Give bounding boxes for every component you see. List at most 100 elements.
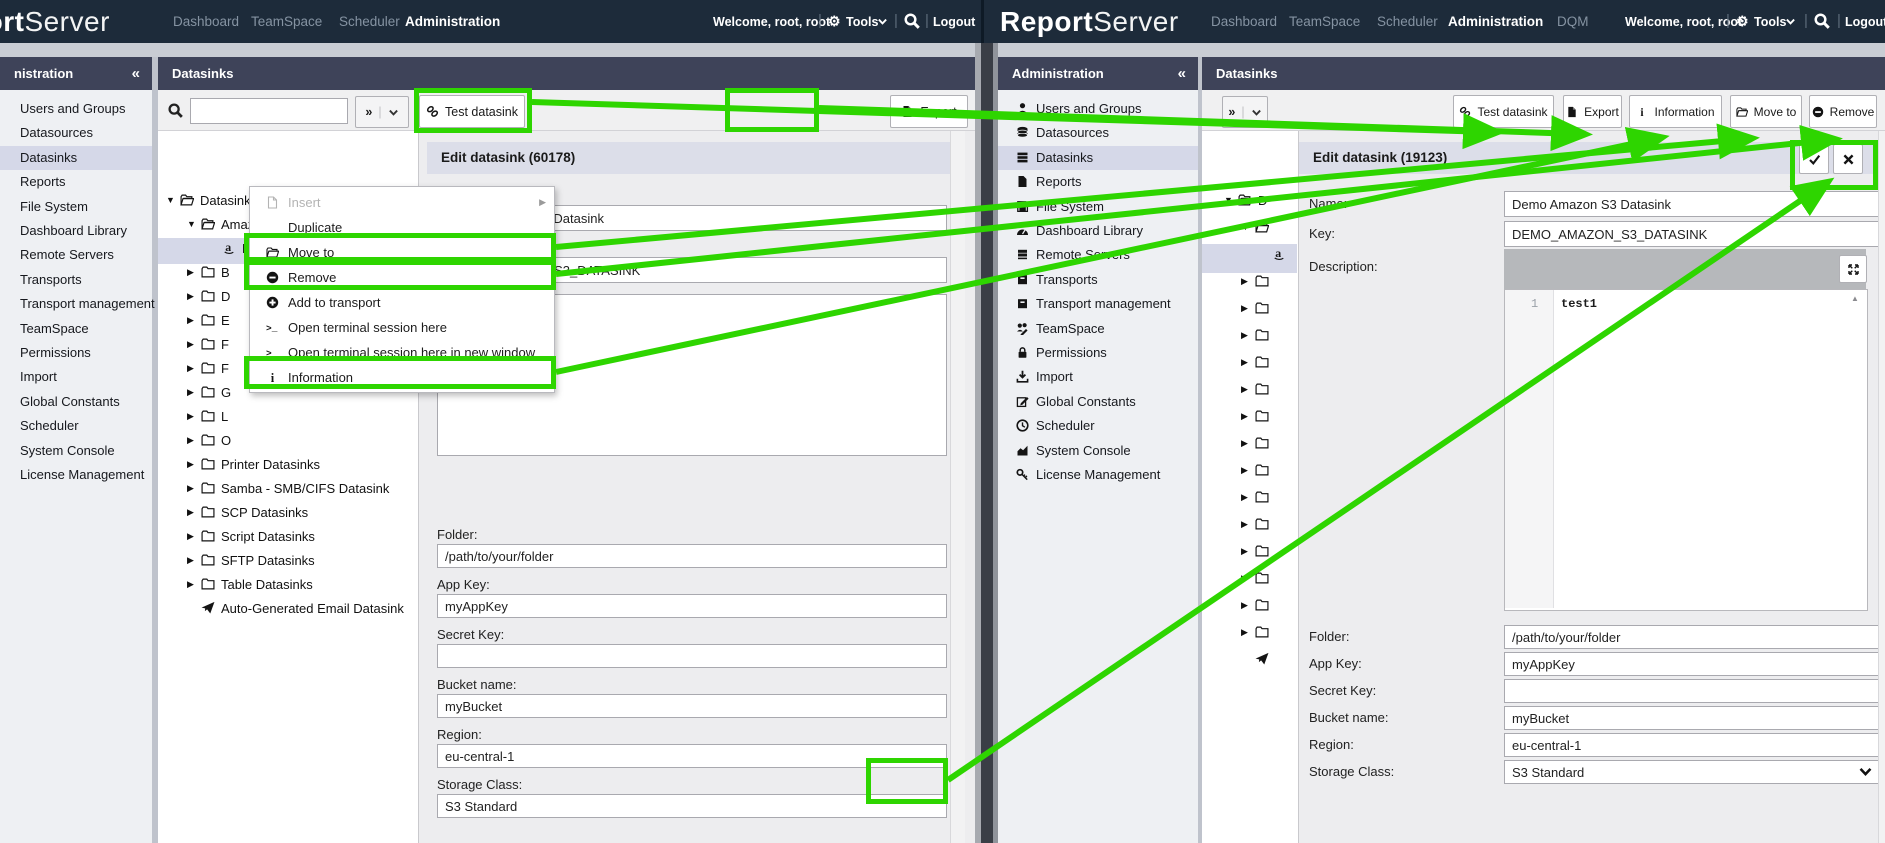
left-sidebar-item-remote-servers[interactable]: Remote Servers [0,243,152,267]
right-field-input-folder-[interactable]: /path/to/your/folder [1504,625,1880,649]
caret-right-icon[interactable]: ▶ [187,387,201,398]
caret-down-icon[interactable]: ▼ [166,195,180,205]
menu-item-add-to-transport[interactable]: Add to transport [250,290,554,315]
left-tools-chevron-icon[interactable] [877,16,888,27]
left-sidebar-item-users-and-groups[interactable]: Users and Groups [0,97,152,121]
right-tools-chevron-icon[interactable] [1785,16,1796,27]
right-field-input-storage-class-[interactable]: S3 Standard [1504,760,1880,784]
right-sidebar-item-reports[interactable]: Reports [998,170,1198,194]
left-tree-item-sftp-datasinks[interactable]: ▶SFTP Datasinks [187,549,315,571]
left-tree-item-scp-datasinks[interactable]: ▶SCP Datasinks [187,501,308,523]
caret-right-icon[interactable]: ▶ [187,507,201,518]
right-sidebar-item-license-management[interactable]: License Management [998,463,1198,487]
left-nav-item-teamspace[interactable]: TeamSpace [251,14,322,29]
right-collapse-icon[interactable]: « [1178,57,1186,90]
right-tools-menu[interactable]: Tools [1754,15,1786,29]
left-sidebar-item-import[interactable]: Import [0,365,152,389]
caret-right-icon[interactable]: ▶ [187,411,201,422]
right-sidebar-item-datasources[interactable]: Datasources [998,121,1198,145]
right-tree-item-folder[interactable]: ▶ [1241,486,1275,508]
right-nav-item-dqm[interactable]: DQM [1557,14,1589,29]
right-sidebar-item-datasinks[interactable]: Datasinks [998,146,1198,170]
left-tree-item-b[interactable]: ▶B [187,261,230,283]
right-sidebar-item-file-system[interactable]: File System [998,195,1198,219]
left-nav-item-scheduler[interactable]: Scheduler [339,14,400,29]
right-nav-item-teamspace[interactable]: TeamSpace [1289,14,1360,29]
right-tree-item-folder[interactable]: ▶ [1241,459,1275,481]
left-tree-item-printer-datasinks[interactable]: ▶Printer Datasinks [187,453,320,475]
right-sidebar-item-dashboard-library[interactable]: Dashboard Library [998,219,1198,243]
left-tools-menu[interactable]: Tools [846,15,878,29]
left-form-scrollbar[interactable] [950,131,965,843]
right-nav-item-scheduler[interactable]: Scheduler [1377,14,1438,29]
caret-right-icon[interactable]: ▶ [1241,492,1255,503]
left-collapse-icon[interactable]: « [132,57,140,90]
left-tree-item-e[interactable]: ▶E [187,309,230,331]
right-nav-item-dashboard[interactable]: Dashboard [1211,14,1277,29]
right-sidebar-item-transports[interactable]: Transports [998,268,1198,292]
right-description-expand-button[interactable] [1839,255,1867,283]
right-tree-item-folder[interactable]: ▶ [1241,378,1275,400]
right-field-input-secret-key-[interactable] [1504,679,1880,703]
caret-right-icon[interactable]: ▶ [1241,357,1255,368]
left-sidebar-item-teamspace[interactable]: TeamSpace [0,317,152,341]
right-key-input[interactable]: DEMO_AMAZON_S3_DATASINK [1504,221,1880,247]
left-tree-item-auto-generated-email-datasink[interactable]: Auto-Generated Email Datasink [187,597,404,619]
caret-right-icon[interactable]: ▶ [187,267,201,278]
right-tree-item-folder[interactable]: ▶ [1241,540,1275,562]
left-tree-item-script-datasinks[interactable]: ▶Script Datasinks [187,525,315,547]
caret-right-icon[interactable]: ▶ [1241,438,1255,449]
left-sidebar-item-system-console[interactable]: System Console [0,439,152,463]
right-sidebar-item-system-console[interactable]: System Console [998,439,1198,463]
left-field-input-secret-key-[interactable] [437,644,947,668]
left-field-input-folder-[interactable]: /path/to/your/folder [437,544,947,568]
select-chevron-icon[interactable] [1858,764,1873,779]
menu-item-open-terminal-session-here-in-new-window[interactable]: >_Open terminal session here in new wind… [250,340,554,365]
right-tree-item-folder[interactable]: ▶ [1241,432,1275,454]
left-field-input-storage-class-[interactable]: S3 Standard [437,794,947,818]
left-sidebar-item-transports[interactable]: Transports [0,268,152,292]
caret-right-icon[interactable]: ▶ [1241,411,1255,422]
caret-right-icon[interactable]: ▶ [187,315,201,326]
left-field-input-region-[interactable]: eu-central-1 [437,744,947,768]
left-sidebar-item-datasources[interactable]: Datasources [0,121,152,145]
left-export-button[interactable]: Export [890,95,968,128]
right-tree-item-folder[interactable]: ▶ [1241,513,1275,535]
right-code-editor[interactable] [1504,289,1868,611]
right-name-input[interactable]: Demo Amazon S3 Datasink [1504,191,1880,217]
right-sidebar-item-scheduler[interactable]: Scheduler [998,414,1198,438]
right-field-input-region-[interactable]: eu-central-1 [1504,733,1880,757]
right-tree-item-folder[interactable]: ▶ [1241,405,1275,427]
right-cancel-button[interactable] [1833,144,1863,174]
left-nav-item-dashboard[interactable]: Dashboard [173,14,239,29]
left-sidebar-item-file-system[interactable]: File System [0,195,152,219]
caret-right-icon[interactable]: ▶ [1241,546,1255,557]
left-tree-item-f[interactable]: ▶F [187,333,229,355]
left-tree-search-input[interactable] [190,98,348,124]
left-logout-link[interactable]: Logout [933,15,975,29]
right-sidebar-item-teamspace[interactable]: TeamSpace [998,317,1198,341]
right-nav-item-administration[interactable]: Administration [1448,14,1543,29]
caret-right-icon[interactable]: ▶ [187,579,201,590]
caret-right-icon[interactable]: ▶ [187,435,201,446]
right-sidebar-item-permissions[interactable]: Permissions [998,341,1198,365]
left-sidebar-item-dashboard-library[interactable]: Dashboard Library [0,219,152,243]
right-test-datasink-button[interactable]: Test datasink [1453,95,1554,128]
left-test-datasink-button[interactable]: Test datasink [419,95,525,128]
caret-right-icon[interactable]: ▶ [187,483,201,494]
right-tree-item-folder[interactable]: ▶ [1241,594,1275,616]
right-tree-item-folder[interactable]: ▶ [1241,297,1275,319]
caret-right-icon[interactable]: ▶ [1241,276,1255,287]
left-sidebar-item-global-constants[interactable]: Global Constants [0,390,152,414]
caret-right-icon[interactable]: ▶ [1241,627,1255,638]
left-field-input-app-key-[interactable]: myAppKey [437,594,947,618]
right-sidebar-item-import[interactable]: Import [998,365,1198,389]
left-tree-item-samba-smb-cifs-datasink[interactable]: ▶Samba - SMB/CIFS Datasink [187,477,389,499]
left-tree-item-l[interactable]: ▶L [187,405,228,427]
caret-right-icon[interactable]: ▶ [1241,519,1255,530]
caret-right-icon[interactable]: ▶ [1241,330,1255,341]
left-sidebar-item-scheduler[interactable]: Scheduler [0,414,152,438]
left-sidebar-item-transport-management[interactable]: Transport management [0,292,152,316]
caret-right-icon[interactable]: ▶ [187,459,201,470]
menu-item-open-terminal-session-here[interactable]: >_Open terminal session here [250,315,554,340]
